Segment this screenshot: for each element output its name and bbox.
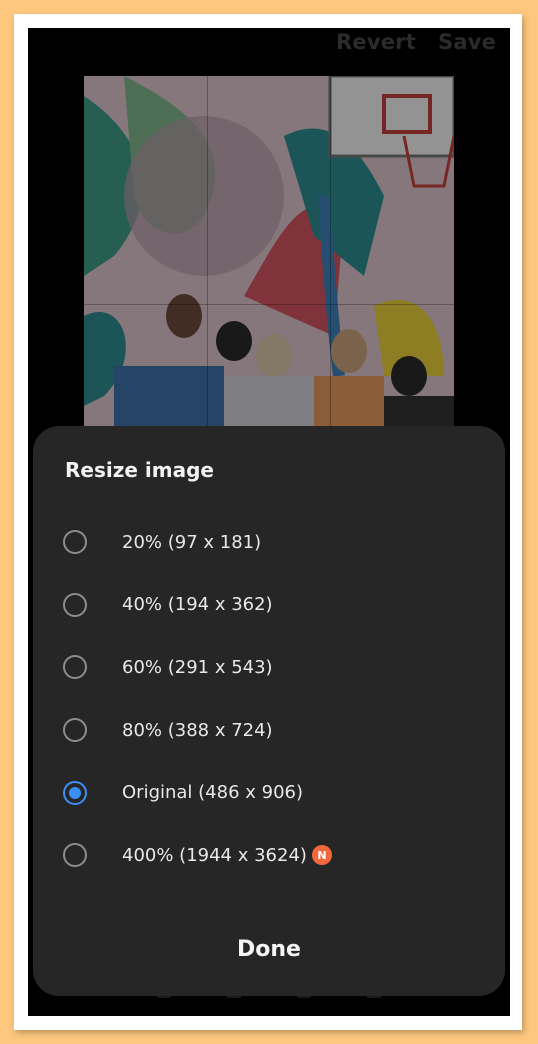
resize-options-list: 20% (97 x 181) 40% (194 x 362) 60% (291 … [33, 511, 505, 887]
option-label: 60% (291 x 543) [122, 657, 273, 678]
option-label: 20% (97 x 181) [122, 532, 261, 553]
resize-image-dialog: Resize image 20% (97 x 181) 40% (194 x 3… [33, 426, 505, 996]
option-label: 40% (194 x 362) [122, 594, 273, 615]
radio-button[interactable] [63, 843, 87, 868]
dialog-title: Resize image [65, 458, 214, 482]
resize-option-20[interactable]: 20% (97 x 181) [33, 511, 505, 574]
resize-option-400[interactable]: 400% (1944 x 3624) N [33, 824, 505, 887]
resize-option-original[interactable]: Original (486 x 906) [33, 761, 505, 824]
option-text: 40% (194 x 362) [122, 594, 273, 616]
option-text: 80% (388 x 724) [122, 719, 273, 741]
done-button[interactable]: Done [33, 930, 505, 970]
radio-button[interactable] [63, 655, 87, 680]
option-label: 80% (388 x 724) [122, 720, 273, 741]
option-label: 400% (1944 x 3624) N [122, 845, 332, 866]
radio-button[interactable] [63, 530, 87, 555]
radio-button[interactable] [63, 718, 87, 743]
resize-option-60[interactable]: 60% (291 x 543) [33, 636, 505, 699]
option-text: Original (486 x 906) [122, 782, 304, 804]
option-label: Original (486 x 906) [122, 782, 303, 803]
radio-button-selected[interactable] [63, 780, 87, 805]
resize-option-80[interactable]: 80% (388 x 724) [33, 699, 505, 762]
radio-button[interactable] [63, 592, 87, 617]
phone-screen: Revert Save Resize image 20% (97 x 181) … [28, 28, 510, 1016]
option-text: 20% (97 x 181) [122, 531, 262, 553]
option-text: 400% (1944 x 3624) [122, 844, 307, 866]
new-badge: N [311, 845, 332, 866]
resize-option-40[interactable]: 40% (194 x 362) [33, 574, 505, 637]
option-text: 60% (291 x 543) [122, 656, 273, 678]
